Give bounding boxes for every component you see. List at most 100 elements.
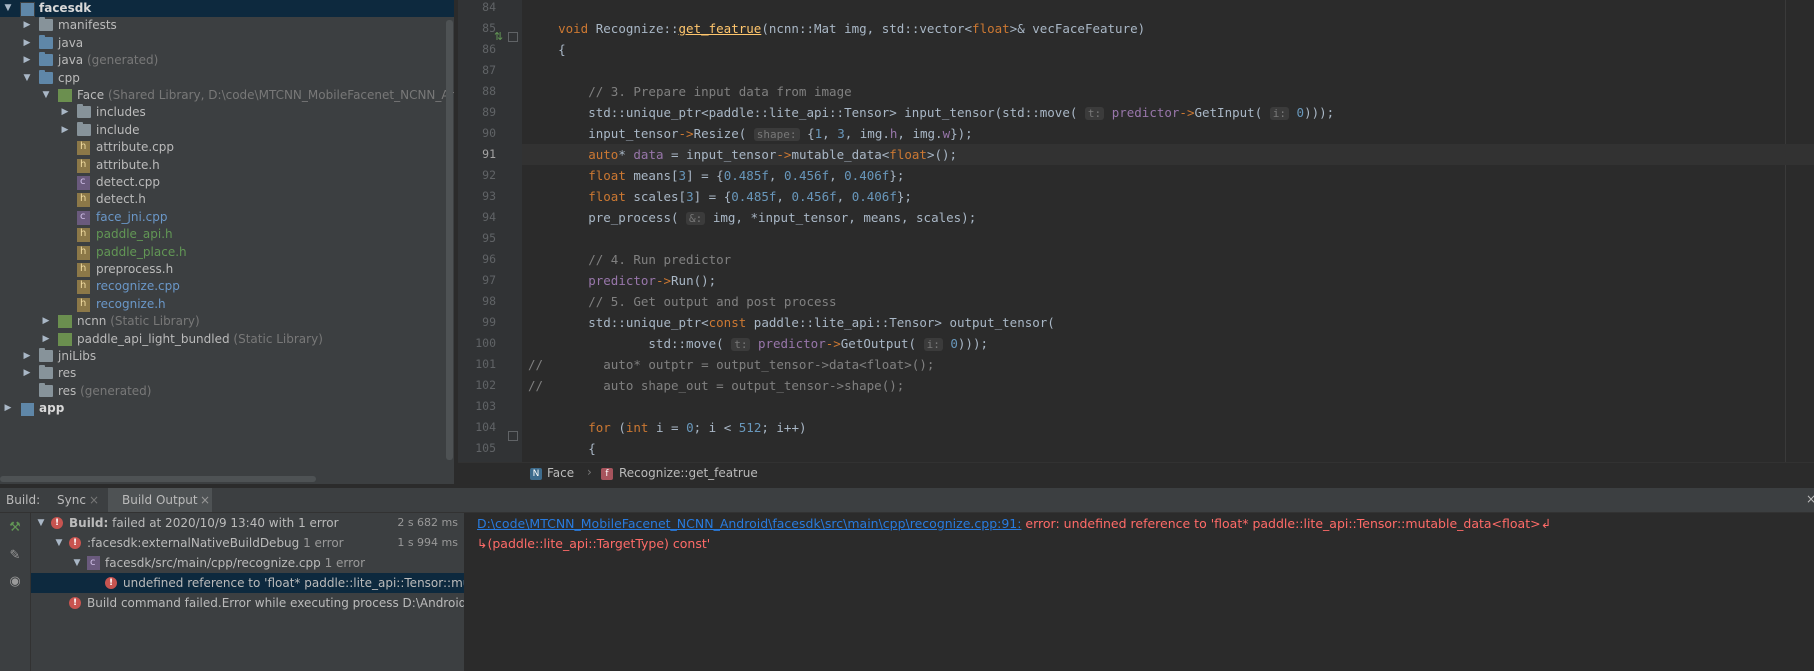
expanded-arrow-icon[interactable]: ▼ [53,533,65,553]
tree-item[interactable]: detect.h [0,190,454,208]
tab-build-output[interactable]: Build Output × [108,488,212,512]
tree-item[interactable]: ▶ java [0,34,454,52]
line-number: 87 [482,63,496,77]
fold-marker-icon[interactable] [508,32,518,42]
tree-item-label: Face (Shared Library, D:\code\MTCNN_Mobi… [77,87,454,104]
code-line[interactable]: // 5. Get output and post process [528,291,836,312]
eye-icon[interactable]: ◉ [6,573,24,591]
collapsed-arrow-icon[interactable]: ▶ [21,52,33,69]
build-tree-item[interactable]: ! undefined reference to 'float* paddle::… [31,573,464,593]
code-line[interactable]: // auto* outptr = output_tensor->data<fl… [528,354,934,375]
project-scrollbar-vertical[interactable] [446,20,453,460]
folder-icon [39,348,53,362]
tree-item[interactable]: attribute.h [0,156,454,174]
tree-item[interactable]: paddle_api.h [0,225,454,243]
tree-item[interactable]: ▶ paddle_api_light_bundled (Static Librar… [0,331,454,348]
rebuild-hammer-icon[interactable]: ⚒ [6,519,24,537]
line-number: 86 [482,42,496,56]
tree-item[interactable]: ▶ java (generated) [0,52,454,69]
override-marker-icon[interactable]: ⇅ [494,30,503,43]
editor-gutter: 84 85 86 87 88 89 90 91 92 93 94 95 96 97 98 99 100 101 10… [458,0,522,462]
code-line[interactable]: std::unique_ptr<const paddle::lite_api::… [528,312,1055,333]
line-number: 96 [482,252,496,266]
tree-item[interactable]: ▶ res [0,365,454,382]
collapsed-arrow-icon[interactable]: ▶ [21,17,33,34]
tab-sync-close-icon[interactable]: × [89,493,99,507]
tab-build-output-close-icon[interactable]: × [200,493,210,507]
code-line[interactable]: // 4. Run predictor [528,249,731,270]
line-number: 89 [482,105,496,119]
breadcrumb-item-face[interactable]: Face [547,466,574,480]
tree-item[interactable]: ▼ Face (Shared Library, D:\code\MTCNN_Mob… [0,87,454,104]
expanded-arrow-icon[interactable]: ▼ [21,70,33,87]
tree-item[interactable]: detect.cpp [0,173,454,191]
build-tree-item[interactable]: ! Build command failed.Error while execut… [31,593,464,613]
tree-item-suffix: (Static Library) [106,314,200,329]
collapsed-arrow-icon[interactable]: ▶ [40,313,52,330]
tree-item[interactable]: preprocess.h [0,260,454,278]
expanded-arrow-icon[interactable]: ▼ [40,87,52,104]
tree-item[interactable]: attribute.cpp [0,138,454,156]
hide-panel-icon[interactable]: × [1806,492,1814,506]
build-tree-item[interactable]: ▼! Build: failed at 2020/10/9 13:40 with … [31,513,464,533]
build-tree-scrollbar[interactable] [31,663,464,669]
tree-item-label: attribute.cpp [96,140,174,155]
code-line[interactable]: float scales[3] = {0.485f, 0.456f, 0.406… [528,186,912,207]
expanded-arrow-icon[interactable]: ▼ [2,0,14,17]
tree-item[interactable]: paddle_place.h [0,243,454,261]
tree-item[interactable]: recognize.cpp [0,277,454,295]
code-editor[interactable]: 84 85 86 87 88 89 90 91 92 93 94 95 96 97 98 99 100 101 10… [458,0,1814,462]
project-scrollbar-horizontal[interactable] [0,476,316,482]
pin-icon[interactable]: ✎ [6,547,24,565]
collapsed-arrow-icon[interactable]: ▶ [59,104,71,121]
code-line[interactable]: input_tensor->Resize( shape: {1, 3, img.… [528,123,973,144]
code-line[interactable]: predictor->Run(); [528,270,716,291]
tree-item-label: detect.cpp [96,175,161,189]
code-line[interactable]: void Recognize::get_featrue(ncnn::Mat im… [528,18,1145,39]
code-line[interactable]: { [528,438,596,459]
code-line[interactable]: { [528,39,566,60]
tree-item[interactable]: ▶ app [0,400,454,418]
tree-item[interactable]: res (generated) [0,382,454,400]
collapsed-arrow-icon[interactable]: ▶ [21,348,33,365]
code-line[interactable]: std::unique_ptr<paddle::lite_api::Tensor… [528,102,1334,123]
tree-item-label: paddle_place.h [96,244,187,259]
expanded-arrow-icon[interactable]: ▼ [35,513,47,533]
tree-item[interactable]: recognize.h [0,295,454,313]
collapsed-arrow-icon[interactable]: ▶ [59,122,71,139]
code-line[interactable]: for (int i = 0; i < 512; i++) [528,417,806,438]
breadcrumb-item-function[interactable]: Recognize::get_featrue [619,466,758,480]
tree-item[interactable]: ▶ manifests [0,17,454,34]
output-error-line: D:\code\MTCNN_MobileFacenet_NCNN_Android… [477,514,1551,534]
fold-marker-icon[interactable] [508,431,518,441]
right-margin-guide [1785,0,1786,462]
header-file-icon [77,190,90,208]
code-line[interactable]: // auto shape_out = output_tensor->shape… [528,375,904,396]
collapsed-arrow-icon[interactable]: ▶ [40,331,52,348]
line-number: 97 [482,273,496,287]
tab-sync[interactable]: Sync [57,493,86,507]
tree-item[interactable]: ▶ includes [0,104,454,121]
code-line[interactable]: auto* data = input_tensor->mutable_data<… [522,144,1814,165]
tree-item[interactable]: ▶ jniLibs [0,348,454,365]
code-line[interactable]: std::move( t: predictor->GetOutput( i: 0… [528,333,988,354]
build-tree-item[interactable]: ▼ facesdk/src/main/cpp/recognize.cpp 1 er… [31,553,464,573]
line-number: 88 [482,84,496,98]
code-line[interactable]: float means[3] = {0.485f, 0.456f, 0.406f… [528,165,904,186]
build-output-console[interactable]: D:\code\MTCNN_MobileFacenet_NCNN_Android… [466,513,1814,671]
build-tree-item[interactable]: ▼!:facesdk:externalNativeBuildDebug 1 er… [31,533,464,553]
tree-item-label: facesdk [39,1,92,15]
collapsed-arrow-icon[interactable]: ▶ [21,35,33,52]
collapsed-arrow-icon[interactable]: ▶ [21,365,33,382]
tree-item[interactable]: face_jni.cpp [0,208,454,226]
code-line[interactable]: pre_process( &: img, *input_tensor, mean… [528,207,976,228]
error-source-link[interactable]: D:\code\MTCNN_MobileFacenet_NCNN_Android… [477,516,1021,531]
tree-item[interactable]: ▼ facesdk [0,0,454,18]
tree-item[interactable]: ▼ cpp [0,69,454,87]
expanded-arrow-icon[interactable]: ▼ [71,553,83,573]
tree-item[interactable]: ▶ ncnn (Static Library) [0,313,454,330]
line-number: 93 [482,189,496,203]
tree-item[interactable]: ▶ include [0,121,454,139]
code-line[interactable]: // 3. Prepare input data from image [528,81,851,102]
collapsed-arrow-icon[interactable]: ▶ [2,400,14,417]
